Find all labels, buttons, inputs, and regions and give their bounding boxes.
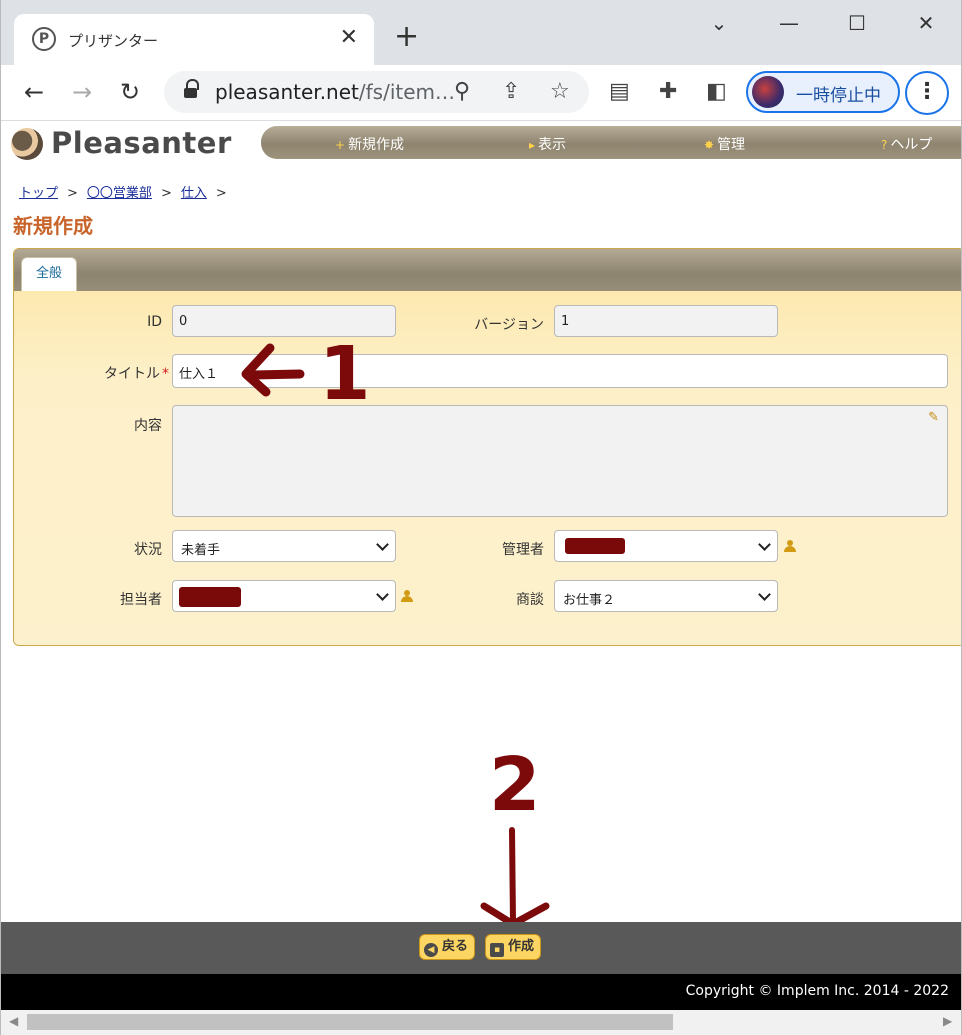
plus-icon: + — [335, 138, 346, 152]
lock-icon — [184, 79, 199, 99]
scrollbar-thumb[interactable] — [27, 1014, 673, 1030]
nav-manage-label: 管理 — [717, 137, 746, 153]
extensions-puzzle-icon[interactable]: ✚ — [659, 77, 677, 107]
command-bar: ◀ 戻る ▪ 作成 — [1, 922, 961, 974]
profile-button[interactable]: 一時停止中 — [746, 71, 900, 113]
annotation-left-arrow-icon — [241, 343, 305, 397]
page-title: 新規作成 — [13, 214, 93, 238]
close-tab-icon[interactable]: ✕ — [340, 25, 358, 51]
back-arrow-icon[interactable]: ← — [17, 75, 51, 109]
nav-new-label: 新規作成 — [348, 137, 405, 153]
form-body: ID 0 バージョン 1 タイトル* 仕入１ 内容 ✎ 状況 未着手 管理者 — [14, 291, 961, 645]
breadcrumb-department[interactable]: 〇〇営業部 — [87, 186, 152, 201]
owner-label: 担当者 — [120, 592, 162, 608]
browser-tab[interactable]: P プリザンター ✕ — [14, 14, 374, 65]
tab-bar: P プリザンター ✕ + ⌄ — ☐ ✕ — [1, 0, 961, 65]
back-circle-icon: ◀ — [424, 943, 438, 957]
maximize-button[interactable]: ☐ — [837, 8, 877, 38]
content-label: 内容 — [134, 418, 162, 434]
avatar — [752, 76, 784, 108]
nav-help[interactable]: ? ヘルプ — [881, 134, 932, 154]
breadcrumb-separator: > — [160, 186, 172, 201]
deal-value: お仕事２ — [563, 593, 616, 608]
chevron-down-icon — [376, 588, 389, 601]
breadcrumb: トップ > 〇〇営業部 > 仕入 > — [19, 182, 236, 201]
redaction-mark — [565, 538, 625, 554]
form-tabstrip: 全般 — [14, 249, 961, 293]
horizontal-scrollbar[interactable]: ◀ ▶ — [1, 1010, 961, 1035]
version-field: 1 — [554, 305, 778, 337]
forward-arrow-icon[interactable]: → — [65, 75, 99, 109]
logo-mark-icon — [11, 128, 43, 160]
reload-icon[interactable]: ↻ — [113, 75, 147, 109]
breadcrumb-separator: > — [215, 186, 227, 201]
manager-label: 管理者 — [502, 542, 544, 558]
status-value: 未着手 — [181, 543, 221, 558]
minimize-button[interactable]: — — [769, 8, 809, 38]
annotation-number-2: 2 — [489, 742, 541, 828]
title-label-text: タイトル — [104, 366, 160, 382]
user-icon[interactable] — [784, 540, 796, 552]
deal-label: 商談 — [516, 592, 544, 608]
pleasanter-favicon-icon: P — [32, 27, 56, 51]
zoom-icon[interactable]: ⚲ — [454, 77, 470, 107]
user-icon[interactable] — [401, 590, 413, 602]
form-panel: 全般 ID 0 バージョン 1 タイトル * 仕入１ 内容 ✎ 状況 未着手 管… — [13, 248, 961, 646]
side-panel-icon[interactable]: ◧ — [706, 77, 727, 107]
browser-window: P プリザンター ✕ + ⌄ — ☐ ✕ ← → ↻ pleasanter.ne… — [0, 0, 962, 1035]
main-navigation: + 新規作成 ▸ 表示 ✸ 管理 ? ヘルプ — [261, 126, 961, 159]
tab-general[interactable]: 全般 — [21, 257, 77, 293]
annotation-down-arrow-icon — [480, 827, 550, 928]
back-button[interactable]: ◀ 戻る — [419, 934, 476, 960]
version-label: バージョン — [474, 317, 544, 333]
chevron-down-icon — [758, 538, 771, 551]
owner-select[interactable] — [172, 580, 396, 612]
nav-help-label: ヘルプ — [890, 137, 933, 153]
back-button-label: 戻る — [442, 939, 469, 954]
scroll-right-icon[interactable]: ▶ — [943, 1014, 952, 1028]
nav-view[interactable]: ▸ 表示 — [529, 134, 566, 154]
scroll-left-icon[interactable]: ◀ — [9, 1014, 18, 1028]
browser-toolbar: ← → ↻ pleasanter.net/fs/item… ⚲ ⇪ ☆ ▤ ✚ … — [1, 65, 961, 121]
close-window-button[interactable]: ✕ — [906, 8, 946, 38]
create-button[interactable]: ▪ 作成 — [485, 934, 542, 960]
breadcrumb-purchase[interactable]: 仕入 — [181, 186, 207, 201]
redaction-mark — [179, 587, 241, 607]
tab-search-icon[interactable]: ⌄ — [699, 8, 739, 38]
status-label: 状況 — [134, 542, 162, 558]
chevron-down-icon — [376, 538, 389, 551]
pencil-icon[interactable]: ✎ — [928, 410, 939, 425]
annotation-number-1: 1 — [319, 331, 371, 417]
deal-select[interactable]: お仕事２ — [554, 580, 778, 612]
nav-manage[interactable]: ✸ 管理 — [704, 134, 745, 154]
save-disk-icon: ▪ — [490, 943, 504, 957]
copyright-footer: Copyright © Implem Inc. 2014 - 2022 — [1, 974, 961, 1010]
tab-title: プリザンター — [68, 32, 159, 50]
title-label: タイトル * — [104, 363, 169, 383]
url-text: pleasanter.net/fs/item… — [215, 80, 456, 104]
nav-new[interactable]: + 新規作成 — [335, 134, 404, 154]
share-icon[interactable]: ⇪ — [502, 77, 520, 107]
required-mark: * — [162, 366, 169, 382]
manager-select[interactable] — [554, 530, 778, 562]
new-tab-button[interactable]: + — [394, 22, 419, 52]
create-button-label: 作成 — [508, 939, 535, 954]
breadcrumb-separator: > — [67, 186, 78, 201]
address-bar[interactable]: pleasanter.net/fs/item… ⚲ ⇪ ☆ — [164, 71, 589, 113]
nav-view-label: 表示 — [538, 137, 567, 153]
breadcrumb-top[interactable]: トップ — [19, 186, 58, 201]
chevron-down-icon — [758, 588, 771, 601]
content-textarea[interactable]: ✎ — [172, 405, 948, 517]
browser-menu-icon[interactable]: ⋮ — [905, 71, 949, 115]
bookmark-star-icon[interactable]: ☆ — [550, 77, 570, 107]
gear-icon: ✸ — [704, 138, 715, 152]
id-label: ID — [147, 314, 162, 330]
triangle-right-icon: ▸ — [529, 138, 536, 152]
status-select[interactable]: 未着手 — [172, 530, 396, 562]
logo-text: Pleasanter — [51, 126, 232, 160]
reading-list-icon[interactable]: ▤ — [609, 77, 630, 107]
help-icon: ? — [881, 138, 888, 152]
profile-status-label: 一時停止中 — [796, 86, 881, 106]
